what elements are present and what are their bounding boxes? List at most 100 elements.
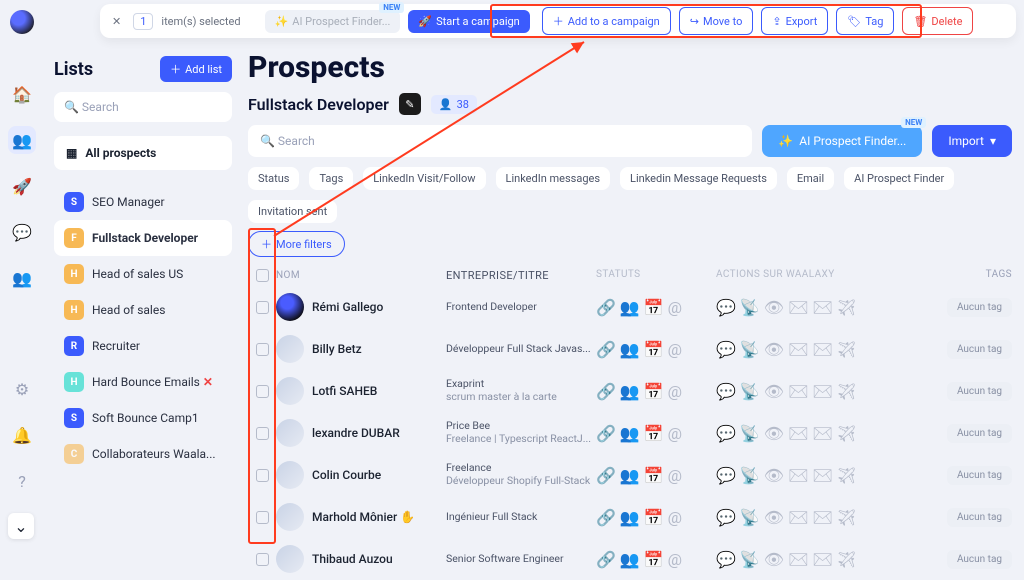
add-list-button[interactable]: ＋ Add list — [160, 56, 232, 82]
sidebar-list-item[interactable]: HHead of sales US — [54, 256, 232, 292]
tag-chip[interactable]: Aucun tag — [947, 508, 1012, 527]
prospect-name: Colin Courbe — [312, 468, 381, 482]
row-checkbox[interactable] — [256, 385, 269, 398]
move-to-button[interactable]: ↪ Move to — [679, 7, 754, 35]
list-avatar: S — [64, 408, 84, 428]
row-checkbox[interactable] — [256, 553, 269, 566]
sidebar-list-item[interactable]: CCollaborateurs Waala... — [54, 436, 232, 472]
status-icons: 🔗 👥 📅 @ — [596, 298, 716, 317]
sidebar-list-item[interactable]: HHard Bounce Emails ✕ — [54, 364, 232, 400]
nav-team-icon[interactable]: 👥 — [8, 264, 36, 292]
action-icons: 💬 📡 👁 ✉ ✉ ✈ — [716, 424, 896, 443]
app-logo — [10, 10, 34, 34]
list-avatar: H — [64, 372, 84, 392]
avatar — [276, 461, 304, 489]
list-avatar: H — [64, 264, 84, 284]
close-selection-icon[interactable]: ✕ — [108, 11, 125, 32]
prospect-name: Marhold Mônier ✋ — [312, 510, 415, 524]
status-icons: 🔗 👥 📅 @ — [596, 508, 716, 527]
row-checkbox[interactable] — [256, 511, 269, 524]
prospect-name: Billy Betz — [312, 342, 362, 356]
avatar — [276, 377, 304, 405]
col-header-tags: TAGS — [896, 269, 1012, 282]
list-label: Head of sales — [92, 303, 165, 317]
import-button[interactable]: Import ▾ — [932, 125, 1012, 157]
nav-settings-icon[interactable]: ⚙ — [8, 375, 36, 403]
select-all-checkbox[interactable] — [256, 269, 269, 282]
tag-chip[interactable]: Aucun tag — [947, 298, 1012, 317]
table-row[interactable]: Marhold Mônier ✋ Ingénieur Full Stack 🔗 … — [248, 496, 1012, 538]
filter-chip[interactable]: AI Prospect Finder — [844, 167, 954, 190]
add-to-campaign-button[interactable]: ＋ Add to a campaign — [542, 7, 671, 35]
tag-chip[interactable]: Aucun tag — [947, 466, 1012, 485]
sidebar-list-item[interactable]: HHead of sales — [54, 292, 232, 328]
filter-chip[interactable]: Tags — [309, 167, 353, 190]
export-button[interactable]: ⇪ Export — [761, 7, 828, 35]
sidebar-list-item[interactable]: S Soft Bounce Camp1 — [54, 400, 232, 436]
row-checkbox[interactable] — [256, 427, 269, 440]
prospects-table: NOM ENTREPRISE/TITRE STATUTS ACTIONS SUR… — [248, 265, 1012, 580]
main-panel: Prospects Fullstack Developer ✎ 👤 38 🔍 S… — [248, 50, 1012, 580]
list-label: Collaborateurs Waala... — [92, 447, 216, 461]
collapse-widget-icon[interactable]: ⌄ — [8, 513, 34, 539]
avatar — [276, 503, 304, 531]
sidebar-search-input[interactable]: 🔍 Search — [54, 92, 232, 122]
list-avatar: S — [64, 192, 84, 212]
filter-chip[interactable]: LinkedIn messages — [496, 167, 610, 190]
company-title: Exaprintscrum master à la carte — [446, 378, 596, 403]
table-row[interactable]: Thibaud Auzou Senior Software Engineer 🔗… — [248, 538, 1012, 580]
sidebar-list-item[interactable]: SSEO Manager — [54, 184, 232, 220]
ai-prospect-finder-button[interactable]: ✨ AI Prospect Finder... NEW — [762, 125, 922, 157]
nav-rocket-icon[interactable]: 🚀 — [8, 172, 36, 200]
prospect-name: Rémi Gallego — [312, 300, 383, 314]
filter-chip[interactable]: LinkedIn Visit/Follow — [363, 167, 485, 190]
edit-list-icon[interactable]: ✎ — [399, 93, 421, 115]
new-badge: NEW — [379, 2, 404, 13]
nav-people-icon[interactable]: 👥 — [8, 126, 36, 154]
col-header-entreprise: ENTREPRISE/TITRE — [446, 269, 596, 282]
selected-count: 1 — [133, 13, 153, 30]
action-icons: 💬 📡 👁 ✉ ✉ ✈ — [716, 382, 896, 401]
filter-chip[interactable]: Email — [787, 167, 834, 190]
table-row[interactable]: Lotfi SAHEB Exaprintscrum master à la ca… — [248, 370, 1012, 412]
nav-chat-icon[interactable]: 💬 — [8, 218, 36, 246]
prospect-search-input[interactable]: 🔍 Search — [248, 125, 752, 157]
table-row[interactable]: Rémi Gallego Frontend Developer 🔗 👥 📅 @ … — [248, 286, 1012, 328]
nav-bell-icon[interactable]: 🔔 — [8, 421, 36, 449]
tag-chip[interactable]: Aucun tag — [947, 340, 1012, 359]
nav-help-icon[interactable]: ? — [8, 467, 36, 495]
filter-chip[interactable]: Linkedin Message Requests — [620, 167, 777, 190]
row-checkbox[interactable] — [256, 301, 269, 314]
all-prospects-item[interactable]: ▦ All prospects — [54, 136, 232, 170]
delete-button[interactable]: 🗑 Delete — [902, 7, 973, 35]
start-campaign-button[interactable]: 🚀 Start a campaign — [408, 10, 529, 33]
sidebar-list-item[interactable]: RRecruiter — [54, 328, 232, 364]
nav-home-icon[interactable]: 🏠 — [8, 80, 36, 108]
table-row[interactable]: Colin Courbe FreelanceDéveloppeur Shopif… — [248, 454, 1012, 496]
lists-sidebar: Lists ＋ Add list 🔍 Search ▦ All prospect… — [54, 56, 232, 472]
filter-chip[interactable]: Status — [248, 167, 299, 190]
table-row[interactable]: Billy Betz Développeur Full Stack Javas.… — [248, 328, 1012, 370]
more-filters-button[interactable]: ＋ More filters — [248, 231, 345, 257]
new-badge: NEW — [901, 117, 926, 128]
avatar — [276, 335, 304, 363]
company-title: Ingénieur Full Stack — [446, 511, 596, 524]
list-label: Soft Bounce Camp1 — [92, 411, 199, 425]
tag-chip[interactable]: Aucun tag — [947, 550, 1012, 569]
avatar — [276, 293, 304, 321]
ai-prospect-finder-button-disabled[interactable]: ✨ AI Prospect Finder... NEW — [265, 10, 401, 33]
company-title: Développeur Full Stack Javas... — [446, 343, 596, 356]
tag-chip[interactable]: Aucun tag — [947, 382, 1012, 401]
action-icons: 💬 📡 👁 ✉ ✉ ✈ — [716, 466, 896, 485]
filter-chip[interactable]: Invitation sent — [248, 200, 337, 223]
row-checkbox[interactable] — [256, 343, 269, 356]
status-icons: 🔗 👥 📅 @ — [596, 424, 716, 443]
tag-chip[interactable]: Aucun tag — [947, 424, 1012, 443]
sidebar-list-item[interactable]: FFullstack Developer — [54, 220, 232, 256]
table-row[interactable]: lexandre DUBAR Price BeeFreelance | Type… — [248, 412, 1012, 454]
col-header-actions: ACTIONS SUR WAALAXY — [716, 269, 896, 282]
prospect-name: Thibaud Auzou — [312, 552, 393, 566]
row-checkbox[interactable] — [256, 469, 269, 482]
list-name: Fullstack Developer — [248, 95, 389, 114]
tag-button[interactable]: 🏷 Tag — [836, 7, 894, 35]
